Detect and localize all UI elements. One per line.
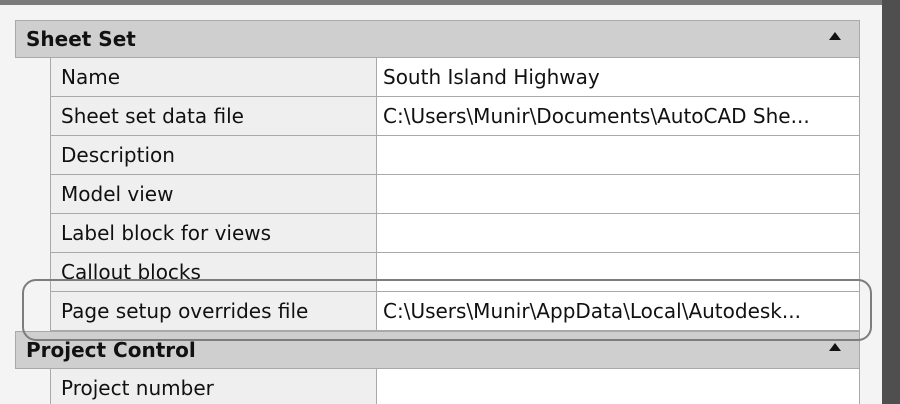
property-row-label-block-for-views[interactable]: Label block for views: [51, 214, 860, 253]
section-title: Sheet Set: [26, 27, 136, 51]
property-label: Label block for views: [51, 214, 377, 252]
property-row-name[interactable]: Name South Island Highway: [51, 58, 860, 97]
property-label: Name: [51, 58, 377, 96]
property-value-field[interactable]: [377, 175, 860, 213]
property-row-sheet-set-data-file[interactable]: Sheet set data file C:\Users\Munir\Docum…: [51, 97, 860, 136]
property-label: Page setup overrides file: [51, 292, 377, 330]
property-label: Model view: [51, 175, 377, 213]
section-title: Project Control: [26, 338, 196, 362]
property-value-field[interactable]: C:\Users\Munir\AppData\Local\Autodesk...: [377, 292, 860, 330]
property-label: Sheet set data file: [51, 97, 377, 135]
properties-palette: Sheet Set Name South Island Highway Shee…: [15, 20, 860, 404]
scrollbar[interactable]: [882, 0, 900, 404]
collapse-arrow-icon[interactable]: [829, 32, 841, 40]
property-value-field[interactable]: [377, 136, 860, 174]
property-label: Project number: [51, 369, 377, 404]
collapse-arrow-icon[interactable]: [829, 343, 841, 351]
sheet-set-rows: Name South Island Highway Sheet set data…: [50, 58, 860, 331]
property-row-project-number[interactable]: Project number: [51, 369, 860, 404]
property-row-description[interactable]: Description: [51, 136, 860, 175]
property-value-field[interactable]: [377, 369, 860, 404]
property-row-callout-blocks[interactable]: Callout blocks: [51, 253, 860, 292]
property-row-model-view[interactable]: Model view: [51, 175, 860, 214]
property-label: Callout blocks: [51, 253, 377, 291]
section-header-project-control[interactable]: Project Control: [15, 331, 860, 369]
property-value-field[interactable]: [377, 253, 860, 291]
property-value-field[interactable]: [377, 214, 860, 252]
section-header-sheet-set[interactable]: Sheet Set: [15, 20, 860, 58]
property-label: Description: [51, 136, 377, 174]
sheet-set-properties-window: Sheet Set Name South Island Highway Shee…: [0, 0, 900, 404]
top-border: [0, 0, 882, 5]
property-row-page-setup-overrides-file[interactable]: Page setup overrides file C:\Users\Munir…: [51, 292, 860, 331]
property-value-field[interactable]: C:\Users\Munir\Documents\AutoCAD She...: [377, 97, 860, 135]
project-control-rows: Project number: [50, 369, 860, 404]
property-value-field[interactable]: South Island Highway: [377, 58, 860, 96]
